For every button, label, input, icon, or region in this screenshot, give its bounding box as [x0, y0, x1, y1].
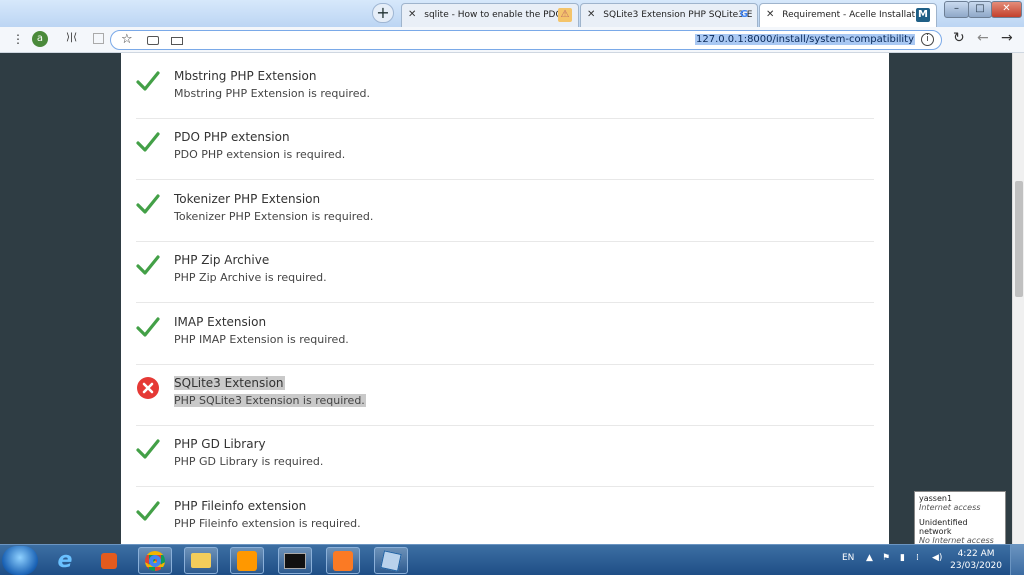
reload-icon[interactable]: ↻	[953, 30, 965, 46]
requirement-row: PHP GD Library PHP GD Library is required…	[136, 425, 874, 488]
taskbar: e EN ▲ ⚑ ▮ ⁞ ◀) 4:22 AM 23/03/2020	[0, 544, 1024, 575]
check-icon	[136, 501, 160, 521]
maximize-button[interactable]: □	[968, 1, 992, 18]
check-icon	[136, 132, 160, 152]
requirement-description: Tokenizer PHP Extension is required.	[174, 209, 374, 223]
minimize-button[interactable]: –	[944, 1, 969, 18]
requirement-row: SQLite3 Extension PHP SQLite3 Extension i…	[136, 364, 874, 426]
acelle-favicon-icon: M	[916, 8, 930, 22]
tab-label: sqlite - How to enable the PDO d	[424, 10, 572, 20]
signal-icon[interactable]: ⁞	[916, 553, 919, 563]
screen-icon[interactable]	[171, 37, 183, 45]
requirement-title: PHP Zip Archive	[174, 253, 270, 268]
cmd-icon[interactable]	[278, 547, 312, 574]
tab-label: Requirement - Acelle Installation	[782, 10, 929, 20]
clock[interactable]: 4:22 AM 23/03/2020	[950, 548, 1002, 572]
requirement-title: Mbstring PHP Extension	[174, 69, 317, 83]
file-explorer-icon[interactable]	[184, 547, 218, 574]
tab-sqlite-pdo[interactable]: ✕ sqlite - How to enable the PDO d ⚠	[401, 3, 579, 27]
url-text[interactable]: 127.0.0.1:8000/install/system-compatibil…	[694, 34, 915, 45]
virtualbox-icon[interactable]	[374, 547, 408, 574]
requirement-title: PDO PHP extension	[174, 130, 290, 145]
check-icon	[136, 316, 160, 337]
sublime-text-icon[interactable]	[230, 547, 264, 574]
volume-icon[interactable]: ◀)	[932, 553, 942, 563]
clock-date: 23/03/2020	[950, 561, 1002, 571]
tab-label: SQLite3 Extension PHP SQLite3 E	[603, 10, 753, 20]
network-name-2: Unidentified network	[919, 518, 968, 536]
language-indicator[interactable]: EN	[842, 553, 854, 563]
requirement-row: Tokenizer PHP Extension Tokenizer PHP Ext…	[136, 180, 874, 242]
star-icon[interactable]: ☆	[121, 32, 133, 47]
tab-sqlite3-extension[interactable]: ✕ SQLite3 Extension PHP SQLite3 E G	[580, 3, 758, 27]
profile-avatar[interactable]: a	[32, 31, 48, 47]
xampp-icon[interactable]	[326, 547, 360, 574]
back-icon[interactable]: ←	[977, 30, 989, 46]
tab-requirement-acelle[interactable]: ✕ Requirement - Acelle Installation M	[759, 3, 937, 27]
error-x-icon	[137, 377, 159, 399]
check-icon	[136, 439, 160, 459]
camera-icon[interactable]	[147, 36, 159, 45]
url-field[interactable]: ☆ 127.0.0.1:8000/install/system-compatib…	[110, 30, 942, 50]
requirement-row: PHP Zip Archive PHP Zip Archive is requir…	[136, 241, 874, 304]
requirement-title: IMAP Extension	[174, 314, 267, 329]
requirement-row: PDO PHP extension PDO PHP extension is re…	[136, 118, 874, 181]
close-window-button[interactable]: ✕	[991, 1, 1022, 18]
menu-icon[interactable]: ⋮	[12, 32, 24, 46]
page-scrollbar[interactable]	[1012, 53, 1024, 544]
requirement-description: PHP Zip Archive is required.	[174, 271, 327, 285]
requirement-row: IMAP Extension PHP IMAP Extension is requ…	[136, 303, 874, 365]
requirement-description: PHP SQLite3 Extension is required.	[174, 394, 366, 407]
requirement-description: PDO PHP extension is required.	[174, 148, 346, 162]
requirement-description: PHP GD Library is required.	[174, 455, 324, 469]
requirement-title: SQLite3 Extension	[174, 376, 285, 390]
scrollbar-thumb[interactable]	[1015, 181, 1023, 297]
requirement-title: PHP GD Library	[174, 437, 266, 452]
page-viewport: Mbstring PHP Extension Mbstring PHP Exten…	[0, 53, 1024, 544]
check-icon	[136, 194, 160, 214]
close-tab-icon[interactable]: ✕	[587, 9, 595, 20]
requirement-row: Mbstring PHP Extension Mbstring PHP Exten…	[136, 57, 874, 119]
tray-expand-icon[interactable]: ▲	[866, 553, 873, 563]
extension-icon[interactable]: ⟩|⟨	[66, 32, 77, 43]
new-tab-button[interactable]: +	[372, 3, 394, 23]
requirements-panel: Mbstring PHP Extension Mbstring PHP Exten…	[121, 53, 889, 544]
show-desktop-button[interactable]	[1010, 545, 1024, 575]
info-icon[interactable]: i	[921, 33, 934, 46]
requirement-description: PHP IMAP Extension is required.	[174, 332, 349, 346]
chrome-icon[interactable]	[138, 547, 172, 574]
requirement-title: PHP Fileinfo extension	[174, 498, 307, 513]
network-status: Internet access	[919, 503, 981, 512]
pdo-favicon-icon: ⚠	[558, 8, 572, 22]
forward-icon[interactable]: →	[1001, 30, 1013, 46]
network-name: yassen1	[919, 494, 953, 503]
address-bar: ⋮ a ⟩|⟨ ☆ 127.0.0.1:8000/install/system-…	[0, 27, 1024, 53]
network-tooltip: yassen1 Internet access Unidentified net…	[914, 491, 1006, 545]
check-icon	[136, 71, 160, 91]
browser-tab-bar: + ✕ sqlite - How to enable the PDO d ⚠ ✕…	[0, 0, 1024, 27]
requirement-title: Tokenizer PHP Extension	[174, 191, 321, 206]
start-button[interactable]	[2, 546, 38, 575]
ie-icon[interactable]: e	[48, 547, 82, 574]
close-tab-icon[interactable]: ✕	[408, 9, 416, 20]
requirement-row: PHP Fileinfo extension PHP Fileinfo exten…	[136, 487, 874, 544]
action-center-flag-icon[interactable]: ⚑	[882, 553, 890, 563]
network-icon[interactable]: ▮	[900, 553, 905, 563]
close-tab-icon[interactable]: ✕	[766, 9, 774, 20]
google-favicon-icon: G	[739, 9, 749, 20]
check-icon	[136, 255, 160, 275]
media-player-icon[interactable]	[92, 547, 126, 574]
requirement-description: PHP Fileinfo extension is required.	[174, 516, 361, 530]
requirement-description: Mbstring PHP Extension is required.	[174, 87, 370, 100]
clock-time: 4:22 AM	[957, 549, 995, 559]
checkbox-icon[interactable]	[93, 33, 104, 44]
